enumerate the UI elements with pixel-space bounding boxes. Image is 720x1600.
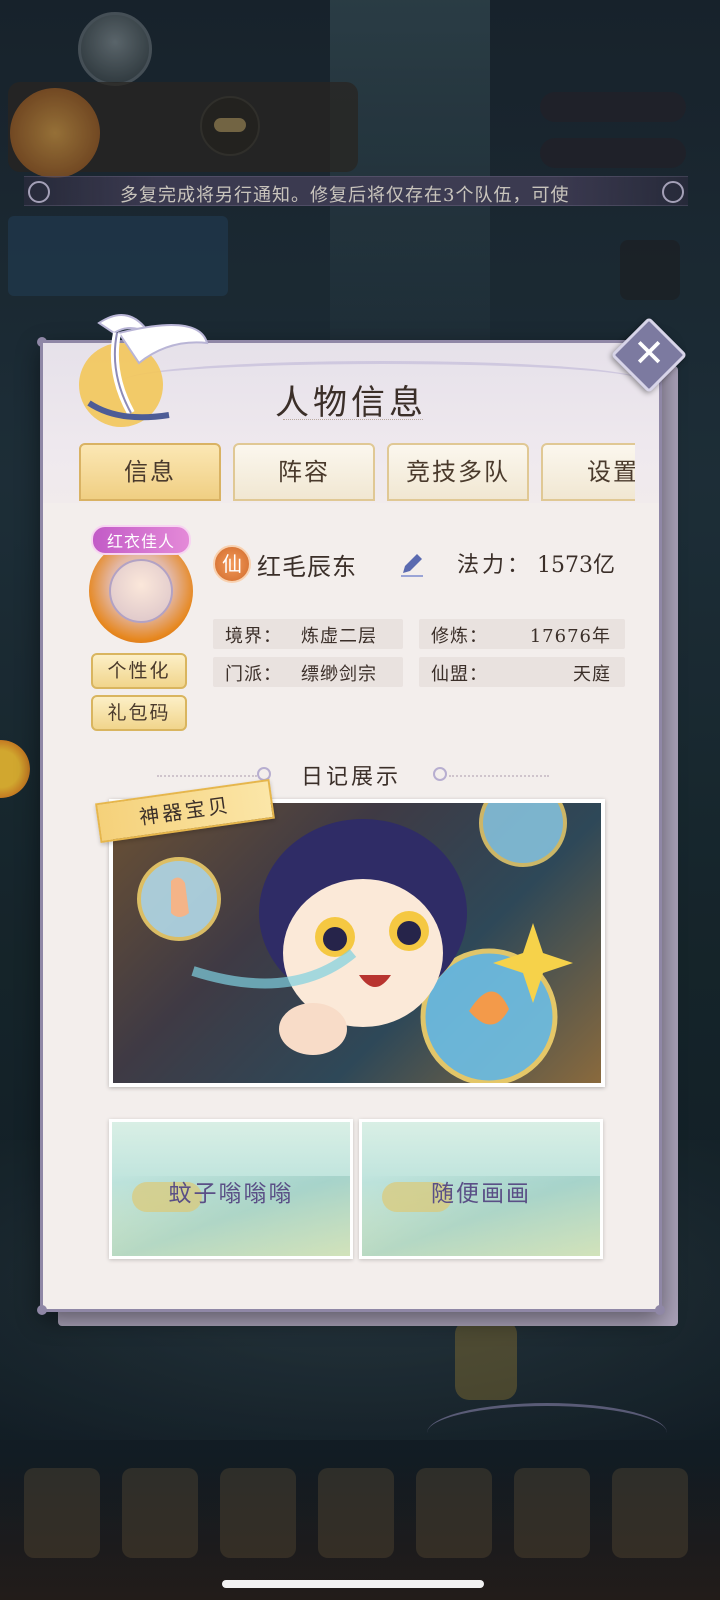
pencil-icon[interactable] <box>397 549 427 579</box>
stat-value: 天庭 <box>573 664 611 685</box>
gift-code-button[interactable]: 礼包码 <box>91 695 187 731</box>
chibi-character-illustration <box>137 803 573 1083</box>
featured-diary-image[interactable] <box>109 799 605 1087</box>
heading-divider <box>449 775 549 777</box>
avatar-portrait <box>109 559 173 623</box>
diary-card-label: 蚊子嗡嗡嗡 <box>168 1181 294 1207</box>
dialog-title: 人物信息 <box>275 383 427 423</box>
diary-card[interactable]: 随便画画 <box>359 1119 603 1259</box>
stat-value: 缥缈剑宗 <box>301 664 377 685</box>
diary-card[interactable]: 蚊子嗡嗡嗡 <box>109 1119 353 1259</box>
avatar[interactable]: 红衣佳人 <box>83 525 199 649</box>
panel-corner <box>37 1305 47 1315</box>
stat-value: 炼虚二层 <box>301 626 377 647</box>
info-tab-content: 红衣佳人 个性化 礼包码 仙 红毛辰东 法力： 1573亿 境界： 炼虚二层 修… <box>47 503 667 1406</box>
diary-heading: 日记展示 <box>300 765 401 790</box>
home-indicator[interactable] <box>222 1580 484 1588</box>
power-value: 1573亿 <box>537 553 615 578</box>
stat-realm: 境界： 炼虚二层 <box>213 619 403 649</box>
title-underline <box>283 419 423 423</box>
stat-key: 修炼： <box>431 626 488 647</box>
immortal-rank-icon: 仙 <box>213 545 251 583</box>
footer-wave-decoration <box>427 1403 667 1463</box>
power-label: 法力： <box>457 553 533 578</box>
tab-info[interactable]: 信息 <box>79 443 221 501</box>
heading-ornament <box>433 767 447 781</box>
dialog-header: 人物信息 信息 阵容 竞技多队 设置 <box>43 314 659 503</box>
stat-key: 门派： <box>225 664 282 685</box>
stat-cultivation: 修炼： 17676年 <box>419 619 625 649</box>
stat-alliance: 仙盟： 天庭 <box>419 657 625 687</box>
player-name: 红毛辰东 <box>257 553 357 581</box>
stat-key: 境界： <box>225 626 282 647</box>
personalize-button[interactable]: 个性化 <box>91 653 187 689</box>
tab-lineup[interactable]: 阵容 <box>233 443 375 501</box>
profile-dialog: 人物信息 信息 阵容 竞技多队 设置 红衣佳人 个性化 礼包码 仙 红毛辰东 法… <box>37 314 667 1406</box>
tab-settings[interactable]: 设置 <box>541 443 635 501</box>
panel-corner <box>655 1305 665 1315</box>
diary-card-label: 随便画画 <box>431 1181 531 1207</box>
avatar-title-badge: 红衣佳人 <box>91 525 191 555</box>
tab-bar: 信息 阵容 竞技多队 设置 <box>79 443 635 503</box>
stat-sect: 门派： 缥缈剑宗 <box>213 657 403 687</box>
stat-value: 17676年 <box>529 626 611 647</box>
stat-key: 仙盟： <box>431 664 488 685</box>
tab-arena-teams[interactable]: 竞技多队 <box>387 443 529 501</box>
